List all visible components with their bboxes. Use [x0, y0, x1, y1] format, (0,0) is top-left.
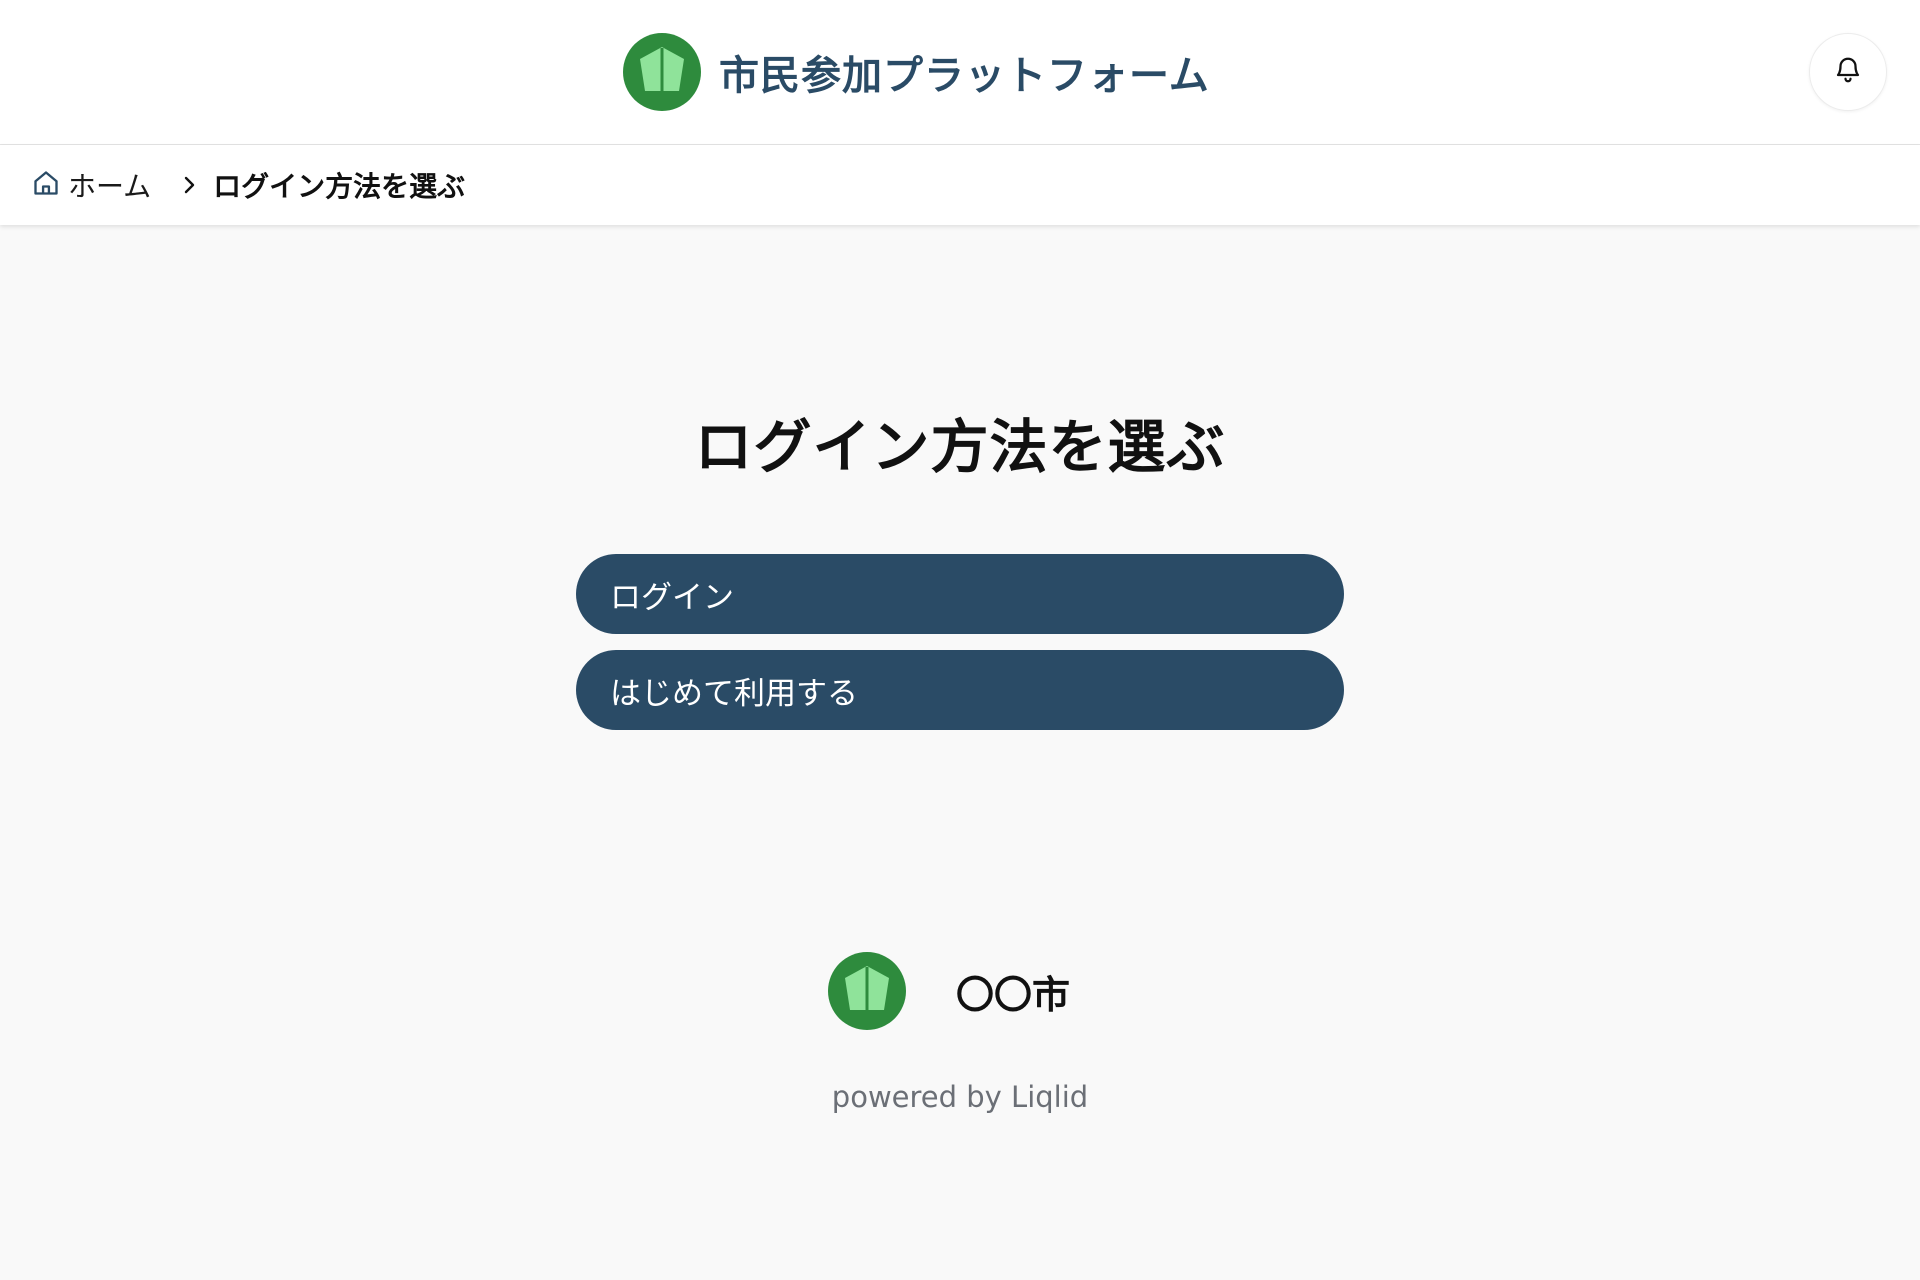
city-name: 〇〇市	[956, 972, 1071, 1017]
powered-by-text: powered by Liqlid	[831, 1080, 1089, 1114]
city-logo-icon	[828, 952, 906, 1030]
app-title: 市民参加プラットフォーム	[719, 53, 1210, 99]
leaf-pentagon-logo-icon	[623, 33, 701, 111]
login-button[interactable]: ログイン	[576, 554, 1344, 634]
home-icon	[32, 169, 60, 201]
brand[interactable]: 市民参加プラットフォーム	[623, 33, 1210, 111]
notification-button[interactable]	[1809, 33, 1887, 111]
breadcrumb-current: ログイン方法を選ぶ	[213, 170, 466, 203]
breadcrumb-home-link[interactable]: ホーム	[32, 165, 151, 205]
chevron-right-icon	[179, 173, 199, 197]
breadcrumb: ホーム ログイン方法を選ぶ	[0, 145, 1920, 225]
footer-brand: 〇〇市	[828, 937, 1070, 1045]
first-time-use-button[interactable]: はじめて利用する	[576, 650, 1344, 730]
breadcrumb-home-label: ホーム	[68, 170, 152, 203]
app-header: 市民参加プラットフォーム	[0, 0, 1920, 145]
page-title: ログイン方法を選ぶ	[694, 413, 1226, 481]
bell-icon	[1833, 55, 1863, 89]
